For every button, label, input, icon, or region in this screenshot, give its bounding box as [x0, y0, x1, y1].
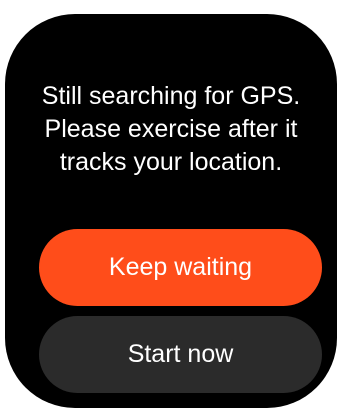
message-line-2: Please exercise after it [44, 115, 298, 143]
start-now-button[interactable]: Start now [39, 316, 322, 393]
message-line-1: Still searching for GPS. [41, 82, 301, 110]
gps-status-message: Still searching for GPS. Please exercise… [5, 80, 337, 179]
message-line-3: tracks your location. [59, 148, 283, 176]
keep-waiting-button[interactable]: Keep waiting [39, 229, 322, 306]
watch-screen: Still searching for GPS. Please exercise… [5, 14, 337, 408]
